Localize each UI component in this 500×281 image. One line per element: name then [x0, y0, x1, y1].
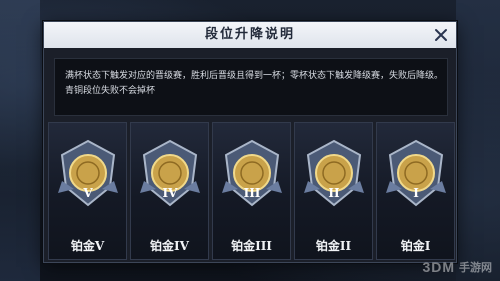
platinum-rank-badge-icon: III: [222, 139, 282, 207]
description-line-2: 青铜段位失败不会掉杯: [65, 86, 156, 96]
rank-numeral: III: [244, 186, 261, 200]
rank-numeral: II: [328, 186, 340, 200]
rank-card-platinum-ii[interactable]: II 铂金II: [294, 122, 373, 260]
rank-numeral: V: [82, 186, 93, 200]
rank-label: 铂金IV: [150, 239, 189, 253]
platinum-rank-badge-icon: V: [58, 139, 118, 207]
rank-card-platinum-v[interactable]: V 铂金V: [48, 122, 127, 260]
close-icon: [435, 29, 447, 41]
rank-card-list: V 铂金V IV 铂金IV III 铂金III II 铂金II I 铂金I: [44, 122, 456, 260]
rank-card-platinum-iv[interactable]: IV 铂金IV: [130, 122, 209, 260]
platinum-rank-badge-icon: I: [386, 139, 446, 207]
dialog-title: 段位升降说明: [204, 27, 295, 42]
close-button[interactable]: [426, 22, 456, 48]
rank-label: 铂金III: [231, 239, 272, 253]
rank-numeral: I: [413, 186, 419, 200]
rank-rules-dialog: 段位升降说明 满杯状态下触发对应的晋级赛，胜利后晋级且得到一杯；零杯状态下触发降…: [43, 21, 457, 263]
rank-card-platinum-iii[interactable]: III 铂金III: [212, 122, 291, 260]
watermark: 3DM 手游网: [422, 259, 492, 275]
rank-label: 铂金I: [400, 239, 431, 253]
platinum-rank-badge-icon: II: [304, 139, 364, 207]
platinum-rank-badge-icon: IV: [140, 139, 200, 207]
rank-numeral: IV: [163, 186, 179, 200]
background-left-strip: [0, 0, 40, 281]
rank-label: 铂金II: [315, 239, 352, 253]
background-right-strip: [456, 0, 500, 281]
description-line-1: 满杯状态下触发对应的晋级赛，胜利后晋级且得到一杯；零杯状态下触发降级赛，失败后降…: [65, 71, 444, 81]
watermark-text: 手游网: [459, 261, 492, 274]
watermark-logo: 3DM: [422, 259, 455, 275]
dialog-titlebar: 段位升降说明: [44, 22, 456, 48]
rank-label: 铂金V: [70, 239, 105, 253]
rank-card-platinum-i[interactable]: I 铂金I: [376, 122, 455, 260]
description-box: 满杯状态下触发对应的晋级赛，胜利后晋级且得到一杯；零杯状态下触发降级赛，失败后降…: [54, 58, 448, 116]
